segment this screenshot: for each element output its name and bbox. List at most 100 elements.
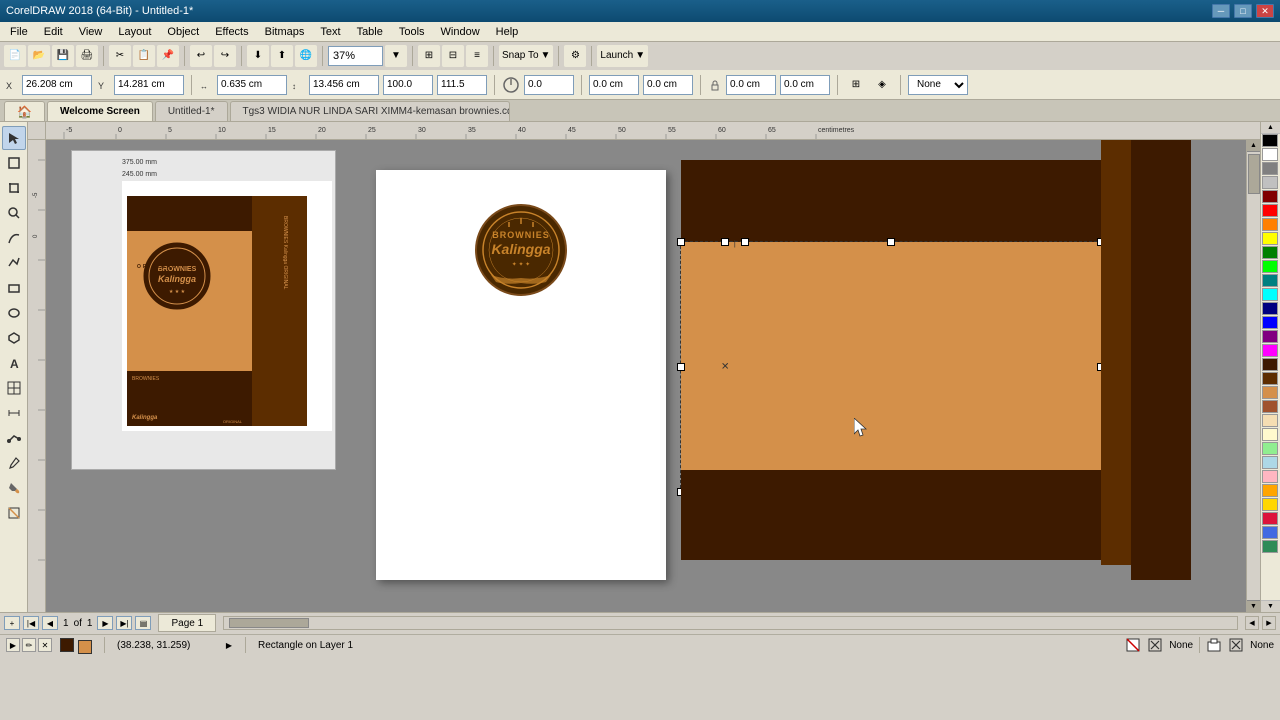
menu-table[interactable]: Table [349, 22, 391, 41]
paste-btn[interactable]: 📌 [157, 45, 179, 67]
handle-tg1[interactable] [721, 238, 729, 246]
select-tool[interactable] [2, 126, 26, 150]
stop-btn[interactable]: ✕ [38, 638, 52, 652]
angle-input[interactable] [524, 75, 574, 95]
cut-btn[interactable]: ✂ [109, 45, 131, 67]
pencil-btn[interactable]: ✏ [22, 638, 36, 652]
minimize-btn[interactable]: ─ [1212, 4, 1230, 18]
tab-home[interactable]: 🏠 [4, 101, 45, 121]
scrollbar-v-up[interactable]: ▲ [1247, 140, 1260, 152]
color-cell-14[interactable] [1262, 330, 1278, 343]
color-cell-3[interactable] [1262, 176, 1278, 189]
page-next-btn[interactable]: ▶ [97, 616, 113, 630]
color-cell-5[interactable] [1262, 204, 1278, 217]
publish-btn[interactable]: 🌐 [295, 45, 317, 67]
move-x-input[interactable] [726, 75, 776, 95]
handle-tm[interactable] [887, 238, 895, 246]
color-cell-7[interactable] [1262, 232, 1278, 245]
color-cell-1[interactable] [1262, 148, 1278, 161]
scrollbar-vertical[interactable]: ▲ ▼ [1246, 140, 1260, 612]
tab-welcome[interactable]: Welcome Screen [47, 101, 153, 121]
move-y-input[interactable] [780, 75, 830, 95]
print-btn[interactable]: 🖨 [76, 45, 98, 67]
color-cell-26[interactable] [1262, 498, 1278, 511]
color-cell-4[interactable] [1262, 190, 1278, 203]
color-cell-29[interactable] [1262, 540, 1278, 553]
x-coord-input[interactable] [22, 75, 92, 95]
menu-object[interactable]: Object [159, 22, 207, 41]
color-cell-16[interactable] [1262, 358, 1278, 371]
options-btn[interactable]: ⚙ [564, 45, 586, 67]
menu-help[interactable]: Help [488, 22, 527, 41]
color-cell-19[interactable] [1262, 400, 1278, 413]
save-btn[interactable]: 💾 [52, 45, 74, 67]
transform-btn[interactable]: ⊞ [845, 74, 867, 96]
menu-tools[interactable]: Tools [391, 22, 433, 41]
color-cell-23[interactable] [1262, 456, 1278, 469]
interactive-fill-tool[interactable] [2, 501, 26, 525]
color-cell-11[interactable] [1262, 288, 1278, 301]
pos-y-input[interactable] [643, 75, 693, 95]
color-cell-12[interactable] [1262, 302, 1278, 315]
y-coord-input[interactable] [114, 75, 184, 95]
color-cell-28[interactable] [1262, 526, 1278, 539]
tab-cdr[interactable]: Tgs3 WIDIA NUR LINDA SARI XIMM4-kemasan … [230, 101, 510, 121]
menu-effects[interactable]: Effects [207, 22, 256, 41]
open-btn[interactable]: 📂 [28, 45, 50, 67]
color-cell-0[interactable] [1262, 134, 1278, 147]
shape-tool[interactable] [2, 151, 26, 175]
page-tab[interactable]: Page 1 [158, 614, 216, 632]
add-page-btn[interactable]: + [4, 616, 20, 630]
color-cell-13[interactable] [1262, 316, 1278, 329]
smart-draw-tool[interactable] [2, 251, 26, 275]
scrollbar-h-expand[interactable]: ◀ [1245, 616, 1259, 630]
play-btn[interactable]: ▶ [6, 638, 20, 652]
color-cell-18[interactable] [1262, 386, 1278, 399]
parallel-dim-tool[interactable] [2, 401, 26, 425]
redo-btn[interactable]: ↪ [214, 45, 236, 67]
copy-btn[interactable]: 📋 [133, 45, 155, 67]
palette-scroll-down[interactable]: ▼ [1261, 600, 1280, 612]
menu-bitmaps[interactable]: Bitmaps [257, 22, 313, 41]
canvas-content[interactable]: 375.00 mm 245.00 mm [46, 140, 1260, 612]
new-btn[interactable]: 📄 [4, 45, 26, 67]
coords-expand[interactable]: ▶ [225, 638, 233, 652]
polygon-tool[interactable] [2, 326, 26, 350]
rect-tool[interactable] [2, 276, 26, 300]
zoom-input[interactable] [328, 46, 383, 66]
fill-swatch[interactable] [60, 638, 74, 652]
launch-btn[interactable]: Launch ▼ [597, 45, 648, 67]
menu-edit[interactable]: Edit [36, 22, 71, 41]
scrollbar-horizontal[interactable] [223, 616, 1238, 630]
color-cell-17[interactable] [1262, 372, 1278, 385]
scrollbar-v-down[interactable]: ▼ [1247, 600, 1260, 612]
align-center-btn[interactable]: ⊟ [442, 45, 464, 67]
scrollbar-h-expand2[interactable]: ▶ [1262, 616, 1276, 630]
nudge-btn[interactable]: ◈ [871, 74, 893, 96]
color-cell-9[interactable] [1262, 260, 1278, 273]
freehand-tool[interactable] [2, 226, 26, 250]
export-btn[interactable]: ⬆ [271, 45, 293, 67]
align-right-btn[interactable]: ≡ [466, 45, 488, 67]
table-tool[interactable] [2, 376, 26, 400]
restore-btn[interactable]: □ [1234, 4, 1252, 18]
color-cell-10[interactable] [1262, 274, 1278, 287]
page-last-btn[interactable]: ▶| [116, 616, 132, 630]
zoom-dropdown[interactable]: ▼ [385, 45, 407, 67]
tab-untitled[interactable]: Untitled-1* [155, 101, 228, 121]
scrollbar-v-thumb[interactable] [1248, 154, 1260, 194]
menu-text[interactable]: Text [312, 22, 348, 41]
align-left-btn[interactable]: ⊞ [418, 45, 440, 67]
color-cell-15[interactable] [1262, 344, 1278, 357]
scale-w-input[interactable] [383, 75, 433, 95]
text-tool[interactable]: A [2, 351, 26, 375]
color-cell-25[interactable] [1262, 484, 1278, 497]
page-list-btn[interactable]: ▤ [135, 616, 151, 630]
color-cell-27[interactable] [1262, 512, 1278, 525]
menu-file[interactable]: File [2, 22, 36, 41]
menu-window[interactable]: Window [433, 22, 488, 41]
height-input[interactable] [309, 75, 379, 95]
pos-x-input[interactable] [589, 75, 639, 95]
palette-scroll-up[interactable]: ▲ [1261, 122, 1280, 134]
color-cell-8[interactable] [1262, 246, 1278, 259]
